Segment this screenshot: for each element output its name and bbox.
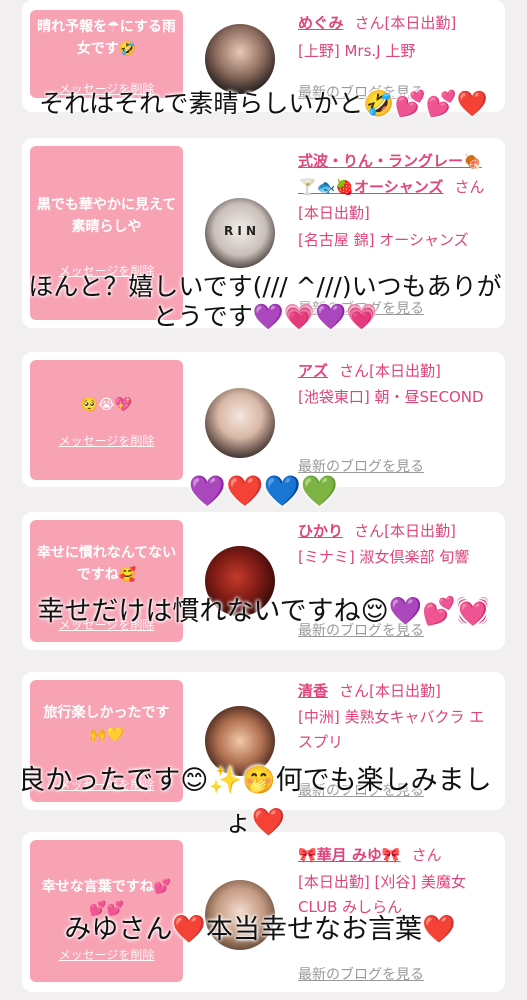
card-3: 🥺😭💖 メッセージを削除 アズ さん[本日出勤] [池袋東口] 朝・昼SECON… <box>22 352 505 487</box>
shop-location: [名古屋 錦] オーシャンズ <box>298 231 469 249</box>
avatar-letters: R I N <box>223 224 257 238</box>
status-label: さん[本日出勤] <box>354 14 457 32</box>
cast-name-link[interactable]: 清香 <box>298 682 328 700</box>
shop-location: [上野] Mrs.J 上野 <box>298 42 416 60</box>
message-text: 黒でも華やかに見えて素晴らしや <box>36 197 177 235</box>
blog-link[interactable]: 最新のブログを見る <box>298 964 424 984</box>
message-bubble: 晴れ予報を☂にする雨女です🤣 メッセージを削除 <box>30 10 183 98</box>
avatar[interactable]: R I N <box>205 198 275 268</box>
message-bubble: 🥺😭💖 メッセージを削除 <box>30 360 183 480</box>
delete-message-link[interactable]: メッセージを削除 <box>30 430 183 452</box>
message-text: 旅行楽しかったです🙌💛 <box>43 705 170 743</box>
message-text: 幸せに慣れなんてないですね🥰 <box>36 545 177 583</box>
shop-location: [中洲] 美熟女キャバクラ エスプリ <box>298 708 485 751</box>
message-text: 晴れ予報を☂にする雨女です🤣 <box>37 19 176 57</box>
cast-name-link[interactable]: めぐみ <box>298 14 343 32</box>
status-label: さん[本日出勤] <box>339 682 441 700</box>
shop-location: [池袋東口] 朝・昼SECOND <box>298 388 484 406</box>
cast-name-link[interactable]: 🎀華月 みゆ🎀 <box>298 846 401 864</box>
overlay-reply-2: ほんと？嬉しいです(/// ^///)いつもありがとうです💜💗💜💗 <box>28 272 502 331</box>
overlay-reply-4: 幸せだけは慣れないですね😌💜💕💓 <box>37 596 490 627</box>
shop-location: [ミナミ] 淑女倶楽部 旬響 <box>298 548 470 566</box>
status-label: さん <box>411 846 442 864</box>
overlay-reply-5: 良かったです😊✨🤭何でも楽しみましょ❤️ <box>18 765 492 838</box>
cast-name-link[interactable]: ひかり <box>298 522 343 540</box>
overlay-reply-1: それはそれで素晴らしいかと🤣💕💕❤️ <box>39 89 488 118</box>
message-text: 🥺😭💖 <box>80 397 133 413</box>
status-label: さん[本日出勤] <box>354 522 456 540</box>
overlay-reply-6: みゆさん❤️本当幸せなお言葉❤️ <box>64 914 456 945</box>
blog-link[interactable]: 最新のブログを見る <box>298 456 424 476</box>
cast-name-link[interactable]: アズ <box>298 362 328 380</box>
avatar[interactable] <box>205 24 275 94</box>
avatar[interactable] <box>205 388 275 458</box>
status-label: さん[本日出勤] <box>339 362 441 380</box>
overlay-reply-3: 💜❤️💙💚 <box>188 474 339 509</box>
